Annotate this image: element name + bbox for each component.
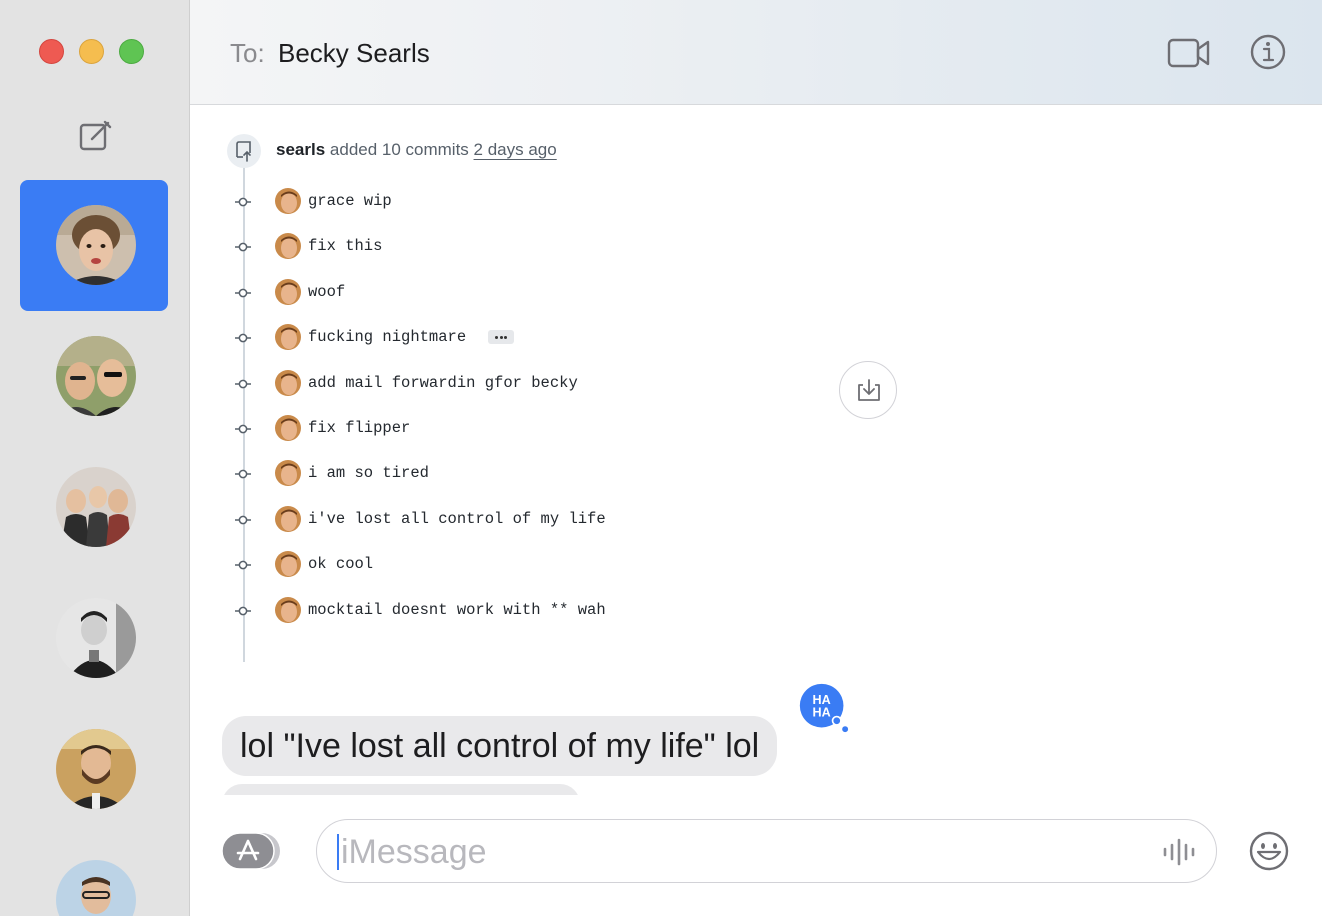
- commit-message[interactable]: fucking nightmare: [308, 328, 466, 346]
- push-action: added 10 commits: [329, 140, 469, 159]
- commit-message[interactable]: fix flipper: [308, 419, 410, 437]
- conversation-item-3[interactable]: [20, 442, 168, 573]
- conversation-item-2[interactable]: [20, 311, 168, 442]
- commit-author-avatar[interactable]: [275, 278, 301, 305]
- compose-icon[interactable]: [78, 118, 114, 154]
- commit-row: fucking nightmare: [230, 322, 830, 352]
- imessage-input[interactable]: iMessage: [316, 819, 1217, 883]
- commit-row: woof: [230, 277, 830, 307]
- message-bubble-partial[interactable]: [222, 784, 580, 795]
- push-user[interactable]: searls: [276, 140, 325, 159]
- commit-node-icon: [235, 424, 251, 434]
- commit-author-avatar[interactable]: [275, 233, 301, 260]
- recipient-name[interactable]: Becky Searls: [278, 38, 430, 69]
- commit-row: mocktail doesnt work with ** wah: [230, 595, 830, 625]
- push-event-text: searls added 10 commits 2 days ago: [276, 140, 557, 160]
- commit-row: grace wip: [230, 186, 830, 216]
- conversation-item-becky[interactable]: [20, 180, 168, 311]
- commit-author-avatar[interactable]: [275, 369, 301, 396]
- commit-message[interactable]: add mail forwardin gfor becky: [308, 374, 578, 392]
- avatar: [56, 860, 136, 916]
- to-label: To:: [230, 38, 265, 68]
- haha-tapback-icon[interactable]: HA HA: [799, 683, 851, 735]
- text-caret: [337, 834, 339, 870]
- commit-row: fix this: [230, 231, 830, 261]
- commit-author-avatar[interactable]: [275, 324, 301, 351]
- commit-node-icon: [235, 197, 251, 207]
- download-icon: [858, 379, 880, 401]
- commit-author-avatar[interactable]: [275, 551, 301, 578]
- avatar: [56, 205, 136, 285]
- commit-row: ok cool: [230, 549, 830, 579]
- commit-node-icon: [235, 470, 251, 479]
- info-icon[interactable]: [1247, 30, 1293, 76]
- commit-author-avatar[interactable]: [275, 596, 301, 623]
- push-time[interactable]: 2 days ago: [474, 140, 557, 159]
- waveform-icon[interactable]: [1162, 836, 1196, 868]
- commit-message[interactable]: mocktail doesnt work with ** wah: [308, 601, 606, 619]
- commit-message[interactable]: i am so tired: [308, 464, 429, 482]
- conversation-item-5[interactable]: [20, 704, 168, 835]
- zoom-window-button[interactable]: [119, 39, 144, 64]
- repo-push-icon: [227, 134, 261, 168]
- input-placeholder: iMessage: [341, 833, 487, 871]
- expand-commit-button[interactable]: [488, 330, 514, 345]
- commit-author-avatar[interactable]: [275, 460, 301, 487]
- avatar: [56, 598, 136, 678]
- tapback-text-2: HA: [813, 706, 831, 720]
- commit-author-avatar[interactable]: [275, 415, 301, 441]
- conversation-item-4[interactable]: [20, 573, 168, 704]
- avatar: [56, 467, 136, 547]
- commit-row: add mail forwardin gfor becky: [230, 368, 830, 398]
- video-camera-icon[interactable]: [1166, 30, 1212, 76]
- sidebar: [0, 0, 190, 916]
- commit-node-icon: [235, 379, 251, 388]
- commit-message[interactable]: i've lost all control of my life: [308, 510, 606, 528]
- minimize-window-button[interactable]: [79, 39, 104, 64]
- avatar: [56, 729, 136, 809]
- commit-node-icon: [235, 515, 251, 525]
- commit-message[interactable]: ok cool: [308, 555, 373, 573]
- commit-message[interactable]: woof: [308, 283, 345, 301]
- commit-author-avatar[interactable]: [275, 188, 301, 214]
- commit-author-avatar[interactable]: [275, 505, 301, 532]
- commit-node-icon: [235, 560, 251, 570]
- commit-node-icon: [235, 606, 251, 615]
- commit-message[interactable]: fix this: [308, 237, 382, 255]
- commit-row: i am so tired: [230, 458, 830, 488]
- commit-row: fix flipper: [230, 413, 830, 443]
- close-window-button[interactable]: [39, 39, 64, 64]
- emoji-icon[interactable]: [1248, 830, 1290, 872]
- commit-node-icon: [235, 243, 251, 252]
- message-bubble[interactable]: lol "Ive lost all control of my life" lo…: [222, 716, 778, 776]
- conversation-item-6[interactable]: [20, 835, 168, 916]
- commit-node-icon: [235, 288, 251, 298]
- commit-node-icon: [235, 333, 251, 343]
- composer-bar: iMessage: [190, 795, 1322, 916]
- commit-row: i've lost all control of my life: [230, 504, 830, 534]
- message-thread: searls added 10 commits 2 days ago grace…: [190, 105, 1322, 795]
- conversation-header: To: Becky Searls: [190, 0, 1322, 105]
- avatar: [56, 336, 136, 416]
- save-button[interactable]: [839, 361, 897, 419]
- commit-message[interactable]: grace wip: [308, 192, 392, 210]
- app-store-icon[interactable]: [222, 831, 280, 871]
